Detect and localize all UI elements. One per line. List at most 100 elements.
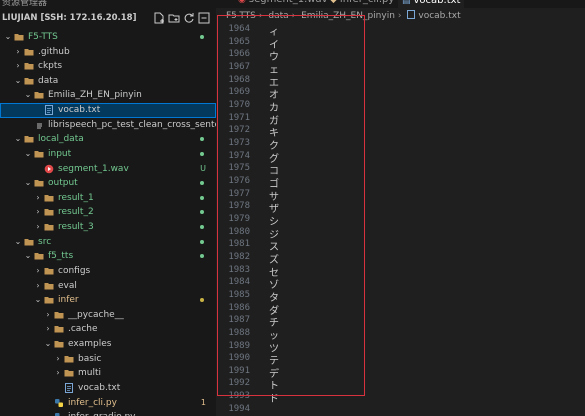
- tab-label: infer_cli.py: [340, 0, 394, 5]
- tree-item[interactable]: › result_2: [0, 205, 216, 220]
- tree-item[interactable]: ⌄ f5_tts: [0, 249, 216, 264]
- line-number: 1989: [228, 340, 250, 351]
- text-file-icon: ▤: [402, 0, 411, 6]
- tree-item[interactable]: ⌄ input: [0, 147, 216, 162]
- tree-item-label: src: [38, 236, 52, 247]
- chevron-down-icon[interactable]: ⌄: [14, 132, 22, 147]
- git-status-dot: [200, 210, 204, 215]
- tree-item[interactable]: infer_cli.py 1: [0, 396, 216, 411]
- tree-item-label: multi: [78, 368, 102, 379]
- tree-item[interactable]: › configs: [0, 264, 216, 279]
- chevron-right-icon[interactable]: ›: [34, 220, 42, 235]
- tree-item-label: eval: [58, 280, 77, 291]
- line-number: 1984: [228, 277, 250, 288]
- editor-pane: F5-TTS › data › Emilia_ZH_EN_pinyin › vocab…: [216, 8, 585, 416]
- folder-icon: [34, 251, 44, 261]
- tree-item[interactable]: › result_3: [0, 220, 216, 235]
- chevron-right-icon[interactable]: ›: [44, 322, 52, 337]
- tree-item[interactable]: › .cache: [0, 322, 216, 337]
- line-number: 1969: [228, 87, 250, 98]
- new-file-icon[interactable]: [153, 12, 165, 24]
- collapse-all-icon[interactable]: [198, 12, 210, 24]
- line-number: 1990: [228, 353, 250, 364]
- chevron-right-icon[interactable]: ›: [54, 366, 62, 381]
- text-file-icon: [64, 382, 74, 393]
- line-number: 1977: [228, 188, 250, 199]
- tree-item[interactable]: ⌄ examples: [0, 337, 216, 352]
- editor-tab[interactable]: ▤ vocab.txt: [398, 0, 465, 8]
- editor-tab[interactable]: ◆infer_cli.py: [330, 0, 394, 7]
- line-number: 1975: [228, 163, 250, 174]
- line-number: 1987: [228, 315, 250, 326]
- python-icon: ◆: [330, 0, 337, 5]
- chevron-right-icon[interactable]: ›: [34, 279, 42, 294]
- tree-item[interactable]: › eval: [0, 279, 216, 294]
- tree-item[interactable]: › basic: [0, 352, 216, 367]
- tree-item-label: segment_1.wav: [58, 163, 129, 174]
- chevron-right-icon[interactable]: ›: [34, 264, 42, 279]
- chevron-down-icon[interactable]: ⌄: [34, 293, 42, 308]
- tree-item[interactable]: librispeech_pc_test_clean_cross_sentence…: [0, 118, 216, 133]
- tree-item[interactable]: › ckpts: [0, 59, 216, 74]
- tree-item-label: f5_tts: [48, 251, 74, 262]
- git-status-dot: [200, 137, 204, 142]
- chevron-right-icon[interactable]: ›: [44, 308, 52, 323]
- line-number: 1968: [228, 74, 250, 85]
- new-folder-icon[interactable]: [168, 12, 180, 24]
- code-line[interactable]: ド: [269, 390, 279, 405]
- chevron-right-icon[interactable]: ›: [14, 45, 22, 60]
- tree-item[interactable]: ⌄ src: [0, 235, 216, 250]
- tree-item-label: output: [48, 178, 78, 189]
- tree-item[interactable]: ⌄ Emilia_ZH_EN_pinyin: [0, 88, 216, 103]
- tree-item[interactable]: ⌄ local_data: [0, 132, 216, 147]
- text-file-icon: [407, 10, 416, 19]
- tree-item[interactable]: › multi: [0, 366, 216, 381]
- line-number: 1965: [228, 36, 250, 47]
- line-number: 1980: [228, 226, 250, 237]
- breadcrumb-item[interactable]: vocab.txt: [418, 11, 460, 21]
- breadcrumb-item[interactable]: data: [268, 11, 288, 21]
- tree-item[interactable]: infer_gradio.py: [0, 410, 216, 416]
- chevron-right-icon[interactable]: ›: [34, 205, 42, 220]
- tree-item-label: .cache: [68, 324, 98, 335]
- tree-item[interactable]: ⌄ output: [0, 176, 216, 191]
- folder-icon: [54, 339, 64, 349]
- chevron-right-icon[interactable]: ›: [14, 59, 22, 74]
- chevron-right-icon[interactable]: ›: [54, 352, 62, 367]
- line-number: 1981: [228, 239, 250, 250]
- chevron-right-icon[interactable]: ›: [34, 191, 42, 206]
- tree-item-label: infer: [58, 295, 79, 306]
- tree-item[interactable]: segment_1.wav U: [0, 162, 216, 177]
- tree-item[interactable]: vocab.txt: [0, 381, 216, 396]
- chevron-down-icon[interactable]: ⌄: [24, 88, 32, 103]
- tree-item-label: result_2: [58, 207, 94, 218]
- tree-item[interactable]: › __pycache__: [0, 308, 216, 323]
- chevron-down-icon[interactable]: ⌄: [4, 30, 12, 45]
- line-number: 1992: [228, 378, 250, 389]
- chevron-down-icon[interactable]: ⌄: [14, 74, 22, 89]
- tree-item-label: .github: [38, 46, 70, 57]
- tree-item[interactable]: ⌄ data: [0, 74, 216, 89]
- tree-item[interactable]: › .github: [0, 45, 216, 60]
- workspace-title[interactable]: LIUJIAN [SSH: 172.16.20.18]: [2, 13, 136, 23]
- editor-tab[interactable]: ◉segment_1.wav: [238, 0, 328, 7]
- line-number: 1973: [228, 137, 250, 148]
- tree-item[interactable]: ⌄ infer: [0, 293, 216, 308]
- tree-item[interactable]: ⌄ F5-TTS: [0, 30, 216, 45]
- chevron-down-icon[interactable]: ⌄: [24, 249, 32, 264]
- tree-item-label: input: [48, 148, 72, 159]
- folder-icon: [24, 61, 34, 71]
- tree-item[interactable]: › result_1: [0, 191, 216, 206]
- tree-item[interactable]: vocab.txt: [0, 103, 216, 118]
- breadcrumb-item[interactable]: Emilia_ZH_EN_pinyin: [301, 11, 395, 21]
- chevron-down-icon[interactable]: ⌄: [24, 147, 32, 162]
- folder-icon: [34, 149, 44, 159]
- chevron-down-icon[interactable]: ⌄: [24, 176, 32, 191]
- line-number: 1972: [228, 125, 250, 136]
- tree-item-label: ckpts: [38, 61, 63, 72]
- chevron-down-icon[interactable]: ⌄: [14, 235, 22, 250]
- breadcrumb-item[interactable]: F5-TTS: [226, 11, 256, 21]
- tree-item-label: result_1: [58, 192, 94, 203]
- chevron-down-icon[interactable]: ⌄: [44, 337, 52, 352]
- refresh-icon[interactable]: [183, 12, 195, 24]
